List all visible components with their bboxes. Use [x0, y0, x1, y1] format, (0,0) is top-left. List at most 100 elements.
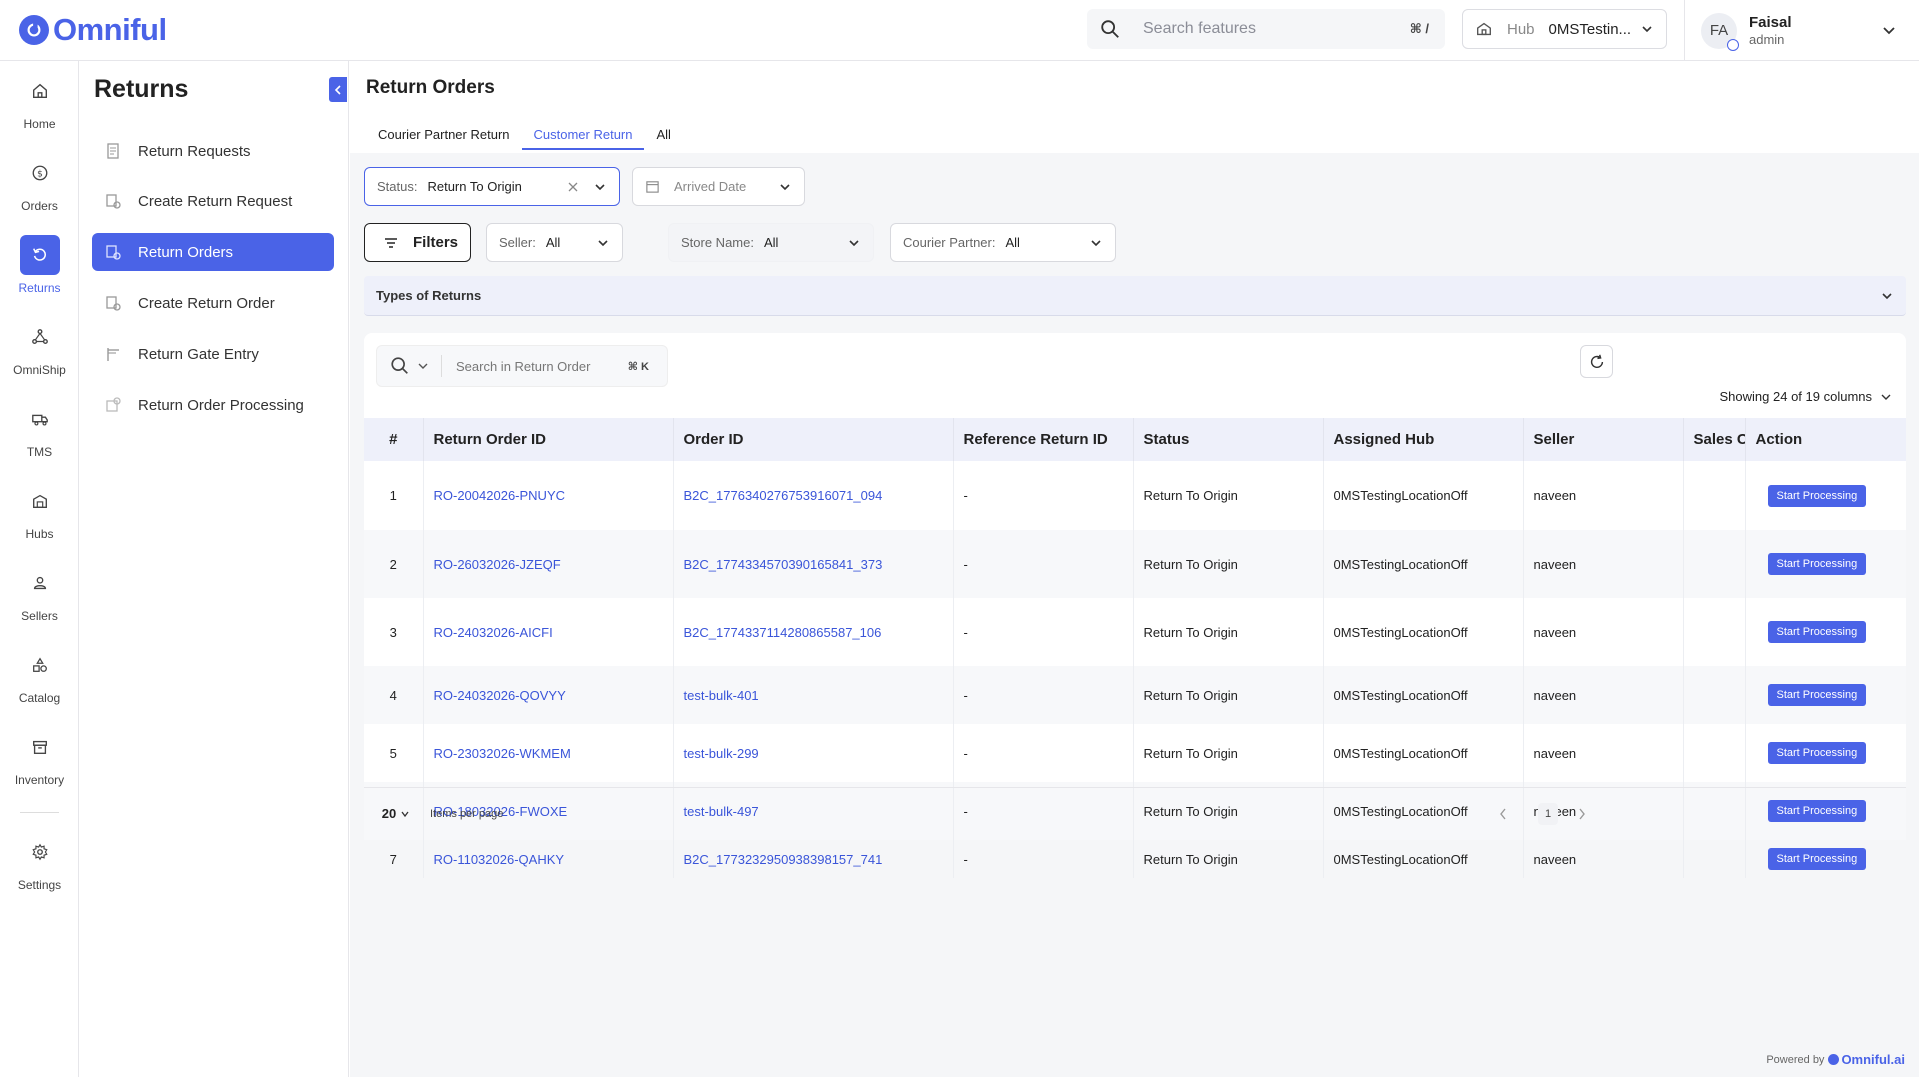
sales-channel-cell	[1683, 461, 1746, 530]
avatar[interactable]: FA	[1701, 12, 1739, 51]
chevron-down-icon[interactable]	[1881, 22, 1897, 38]
nav-item-omniship[interactable]: OmniShip	[0, 317, 79, 387]
order-id-link[interactable]: B2C_1773232950938398157_741	[684, 852, 883, 867]
start-processing-button[interactable]: Start Processing	[1767, 484, 1867, 507]
document-icon	[107, 143, 119, 159]
order-id-link[interactable]: B2C_1774337114280865587_106	[684, 625, 882, 640]
nav-item-settings[interactable]: Settings	[0, 832, 79, 902]
table-row: 2 RO-26032026-JZEQF B2C_1774334570390165…	[364, 530, 1906, 598]
start-processing-button[interactable]: Start Processing	[1767, 553, 1867, 575]
start-processing-button[interactable]: Start Processing	[1767, 848, 1867, 870]
return-order-id-link[interactable]: RO-24032026-QOVYY	[434, 688, 566, 703]
return-order-id-link[interactable]: RO-11032026-QAHKY	[434, 852, 565, 867]
tab-courier-partner-return[interactable]: Courier Partner Return	[366, 127, 522, 150]
sidebar-item-create-return-order[interactable]: Create Return Order	[92, 284, 334, 322]
sidebar-item-create-return-request[interactable]: Create Return Request	[92, 182, 334, 220]
return-order-id-link[interactable]: RO-26032026-JZEQF	[434, 557, 561, 572]
secondary-sidebar: Returns Return Requests Create Return Re…	[80, 61, 349, 1077]
start-processing-button[interactable]: Start Processing	[1767, 621, 1867, 643]
column-header[interactable]: Seller	[1523, 418, 1684, 461]
refresh-button[interactable]	[1580, 345, 1613, 378]
search-icon	[391, 357, 408, 374]
return-order-id-link[interactable]: RO-23032026-WKMEM	[434, 746, 571, 761]
column-header[interactable]: Return Order ID	[423, 418, 674, 461]
nav-item-inventory[interactable]: Inventory	[0, 727, 79, 797]
tab-all[interactable]: All	[644, 127, 682, 150]
column-header[interactable]: Reference Return ID	[953, 418, 1134, 461]
nav-label: Sellers	[21, 609, 58, 623]
filter-icon	[385, 237, 397, 248]
courier-partner-filter[interactable]: Courier Partner: All	[890, 223, 1116, 262]
column-header[interactable]: Order ID	[673, 418, 954, 461]
archive-icon	[32, 740, 47, 754]
table-search-input[interactable]: Search in Return Order	[456, 359, 628, 374]
seller-filter[interactable]: Seller: All	[486, 223, 623, 262]
sidebar-item-return-orders[interactable]: Return Orders	[92, 233, 334, 271]
table-search-shortcut: ⌘ K	[627, 360, 649, 373]
search-input[interactable]: Search features	[1143, 20, 1410, 38]
chevron-down-icon	[1642, 26, 1652, 33]
hub-label: Hub	[1507, 20, 1535, 38]
per-page-select[interactable]: 20	[376, 799, 416, 828]
column-header[interactable]: Sales C	[1683, 418, 1746, 461]
sidebar-item-return-gate-entry[interactable]: Return Gate Entry	[92, 335, 334, 373]
sidebar-item-return-order-processing[interactable]: Return Order Processing	[92, 386, 334, 424]
start-processing-button[interactable]: Start Processing	[1767, 742, 1867, 764]
status-filter-value: Return To Origin	[427, 179, 522, 194]
home-icon	[32, 83, 47, 98]
collapse-sidebar-button[interactable]	[329, 77, 347, 102]
types-of-returns-accordion[interactable]: Types of Returns	[364, 276, 1906, 316]
table-search[interactable]: Search in Return Order ⌘ K	[376, 345, 668, 387]
chevron-right-icon[interactable]	[1577, 807, 1587, 821]
column-header[interactable]: Assigned Hub	[1323, 418, 1524, 461]
seller-cell: naveen	[1523, 840, 1684, 878]
powered-by-logo[interactable]: Omniful.ai	[1828, 1052, 1905, 1067]
seller-cell: naveen	[1523, 666, 1684, 724]
feature-search[interactable]: Search features ⌘ /	[1087, 9, 1445, 49]
nav-item-sellers[interactable]: Sellers	[0, 563, 79, 633]
hub-select[interactable]: Hub 0MSTestin...	[1462, 9, 1667, 49]
nav-item-returns[interactable]: Returns	[0, 235, 79, 305]
shapes-icon	[32, 657, 47, 672]
filters-button[interactable]: Filters	[364, 223, 471, 262]
seller-filter-label: Seller:	[499, 235, 536, 250]
column-header[interactable]: Status	[1133, 418, 1324, 461]
nav-item-hubs[interactable]: Hubs	[0, 481, 79, 551]
arrived-date-filter[interactable]: Arrived Date	[632, 167, 805, 206]
order-id-link[interactable]: test-bulk-401	[684, 688, 759, 703]
column-header: Action	[1755, 431, 1803, 448]
start-processing-button[interactable]: Start Processing	[1767, 684, 1867, 706]
chevron-left-icon[interactable]	[1498, 807, 1508, 821]
columns-visibility-toggle[interactable]: Showing 24 of 19 columns	[1720, 389, 1892, 404]
omniful-logo[interactable]: Omniful	[19, 12, 167, 48]
store-name-filter[interactable]: Store Name: All	[668, 223, 874, 262]
table-row: 3 RO-24032026-AICFI B2C_1774337114280865…	[364, 598, 1906, 666]
return-order-id-link[interactable]: RO-20042026-PNUYC	[434, 488, 566, 503]
return-orders-icon	[106, 245, 121, 260]
sidebar-item-return-requests[interactable]: Return Requests	[92, 132, 334, 170]
nav-item-orders[interactable]: $ Orders	[0, 153, 79, 223]
order-id-link[interactable]: B2C_1774334570390165841_373	[684, 557, 883, 572]
nav-label: Catalog	[18, 691, 61, 705]
tab-customer-return[interactable]: Customer Return	[521, 127, 645, 150]
nav-item-tms[interactable]: TMS	[0, 399, 79, 469]
return-order-id-link[interactable]: RO-24032026-AICFI	[434, 625, 553, 640]
chevron-down-icon[interactable]	[417, 360, 429, 372]
clear-icon[interactable]	[567, 181, 579, 193]
nav-item-catalog[interactable]: Catalog	[0, 645, 79, 715]
user-menu[interactable]: FA Faisal admin	[1684, 0, 1919, 61]
nav-item-home[interactable]: Home	[0, 71, 79, 141]
dollar-icon: $	[32, 165, 47, 181]
reference-return-id: -	[953, 530, 1134, 598]
logo-text: Omniful	[53, 12, 167, 47]
status-filter[interactable]: Status: Return To Origin	[364, 167, 620, 206]
seller-cell: naveen	[1523, 530, 1684, 598]
sidebar-item-label: Return Gate Entry	[138, 345, 259, 363]
assigned-hub-cell: 0MSTestingLocationOff	[1323, 598, 1524, 666]
page-number-button[interactable]: 1	[1538, 803, 1558, 825]
row-number: 1	[364, 461, 424, 530]
return-icon	[32, 248, 46, 261]
order-id-link[interactable]: test-bulk-299	[684, 746, 759, 761]
order-id-link[interactable]: B2C_1776340276753916071_094	[684, 488, 883, 503]
status-cell: Return To Origin	[1133, 724, 1324, 782]
